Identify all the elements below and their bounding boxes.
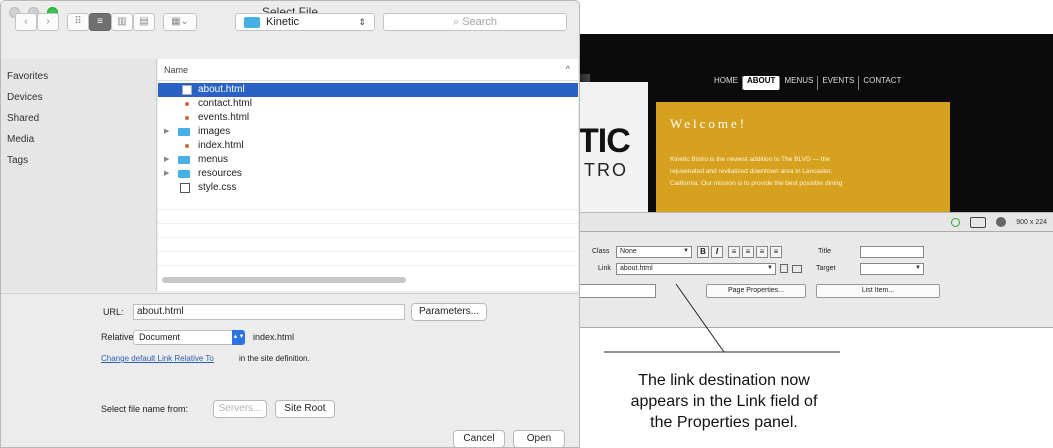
web-file-icon: [182, 113, 192, 123]
folder-select[interactable]: Kinetic ⇕: [235, 13, 375, 31]
folder-name: Kinetic: [266, 16, 300, 28]
site-root-button[interactable]: Site Root: [275, 400, 335, 418]
url-field[interactable]: about.html: [133, 304, 405, 320]
file-name: menus: [198, 154, 229, 165]
column-header-label: Name: [164, 65, 189, 75]
sort-caret-icon: ^: [565, 64, 570, 74]
row-divider: [158, 265, 578, 266]
list-item[interactable]: contact.html: [158, 97, 578, 111]
name-column-header[interactable]: Name ^: [158, 64, 578, 81]
folder-icon: [178, 170, 190, 178]
open-button[interactable]: Open: [513, 430, 565, 447]
arrange-button[interactable]: ▦⌄: [163, 13, 197, 31]
list-item[interactable]: about.html: [158, 83, 578, 97]
list-view-button[interactable]: ≡: [89, 13, 111, 31]
icon-view-button[interactable]: ⠿: [67, 13, 89, 31]
sidebar-item-shared[interactable]: Shared: [7, 113, 39, 124]
web-file-icon: [182, 99, 192, 109]
relative-to-value: Document: [139, 332, 181, 342]
back-button[interactable]: ‹: [15, 13, 37, 31]
list-item[interactable]: index.html: [158, 139, 578, 153]
sidebar-item-media[interactable]: Media: [7, 134, 34, 145]
forward-button[interactable]: ›: [37, 13, 59, 31]
parameters-button[interactable]: Parameters...: [411, 303, 487, 321]
sidebar-item-devices[interactable]: Devices: [7, 92, 43, 103]
chevron-right-icon: ›: [46, 16, 50, 27]
horizontal-scrollbar[interactable]: [162, 277, 406, 283]
search-placeholder: Search: [462, 16, 498, 28]
file-name: images: [198, 126, 231, 137]
file-name: style.css: [198, 182, 237, 193]
chevron-down-icon: ▲▼: [232, 330, 245, 345]
sidebar-item-tags[interactable]: Tags: [7, 155, 28, 166]
search-input[interactable]: ⌕ Search: [383, 13, 567, 31]
sidebar-item-favorites[interactable]: Favorites: [7, 71, 48, 82]
folder-icon: [178, 156, 190, 164]
select-file-dialog: Select File ‹ › ⠿ ≡ ▥ ▤ ▦⌄ Kinetic ⇕ ⌕ S…: [0, 0, 580, 448]
disclosure-triangle-icon[interactable]: ▶: [164, 125, 169, 139]
row-divider: [158, 251, 578, 252]
dialog-toolbar: ‹ › ⠿ ≡ ▥ ▤ ▦⌄ Kinetic ⇕ ⌕ Search: [1, 13, 579, 51]
file-name: resources: [198, 168, 242, 179]
row-divider: [158, 223, 578, 224]
chevron-left-icon: ‹: [24, 16, 28, 27]
list-item[interactable]: style.css: [158, 181, 578, 195]
grid-icon: ⠿: [74, 16, 82, 27]
cover-flow-button[interactable]: ▤: [133, 13, 155, 31]
relative-to-select[interactable]: Document ▲▼: [133, 330, 245, 345]
row-divider: [158, 209, 578, 210]
html-file-icon: [182, 85, 192, 95]
css-file-icon: [180, 183, 190, 193]
folder-icon: [244, 17, 260, 28]
callout-line-1: The link destination now: [638, 372, 810, 389]
arrange-icon: ▦⌄: [171, 16, 189, 27]
search-icon: ⌕: [452, 16, 460, 28]
folder-icon: [178, 128, 190, 136]
list-item[interactable]: ▶ menus: [158, 153, 578, 167]
file-name: about.html: [198, 84, 245, 95]
change-link-suffix: in the site definition.: [239, 354, 310, 363]
web-file-icon: [182, 141, 192, 151]
list-item[interactable]: events.html: [158, 111, 578, 125]
file-name: events.html: [198, 112, 250, 123]
cancel-button[interactable]: Cancel: [453, 430, 505, 447]
select-from-label: Select file name from:: [101, 404, 189, 414]
file-name: index.html: [198, 140, 244, 151]
cover-flow-icon: ▤: [139, 16, 149, 27]
disclosure-triangle-icon[interactable]: ▶: [164, 153, 169, 167]
file-name: contact.html: [198, 98, 252, 109]
column-view-button[interactable]: ▥: [111, 13, 133, 31]
sidebar: Favorites Devices Shared Media Tags: [1, 59, 157, 291]
url-label: URL:: [103, 307, 124, 317]
row-divider: [158, 237, 578, 238]
list-item[interactable]: ▶ images: [158, 125, 578, 139]
list-icon: ≡: [97, 16, 103, 27]
callout-line-3: the Properties panel.: [650, 414, 798, 431]
file-list: Name ^ about.html contact.html events.ht…: [158, 59, 578, 291]
dialog-options: URL: about.html Parameters... Relative t…: [1, 293, 579, 447]
relative-file: index.html: [253, 332, 295, 342]
change-relative-link[interactable]: Change default Link Relative To: [101, 354, 214, 363]
list-item[interactable]: ▶ resources: [158, 167, 578, 181]
callout-line-2: appears in the Link field of: [630, 393, 818, 410]
updown-chevron-icon: ⇕: [358, 17, 366, 27]
servers-button[interactable]: Servers...: [213, 400, 267, 418]
columns-icon: ▥: [117, 16, 127, 27]
callout-caption: The link destination now appears in the …: [604, 370, 844, 433]
disclosure-triangle-icon[interactable]: ▶: [164, 167, 169, 181]
